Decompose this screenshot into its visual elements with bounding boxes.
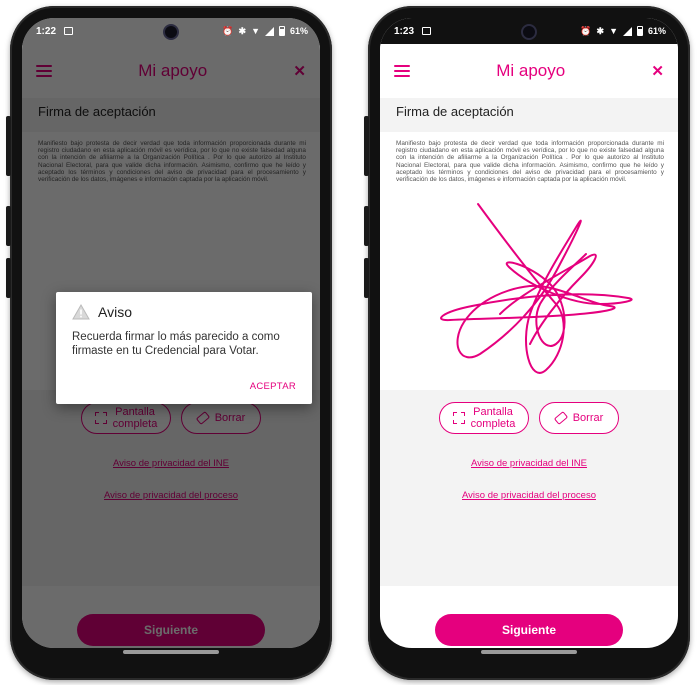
dialog-message: Recuerda firmar lo más parecido a como f… <box>72 331 280 357</box>
fullscreen-icon <box>452 412 465 424</box>
signature-stroke <box>440 203 633 374</box>
erase-label: Borrar <box>572 412 604 424</box>
bluetooth-icon: ✱ <box>238 25 247 36</box>
alarm-icon: ⏰ <box>580 25 592 36</box>
side-button <box>6 258 11 298</box>
side-button <box>364 116 369 176</box>
wifi-icon: ▼ <box>609 26 618 36</box>
warning-icon <box>72 304 90 320</box>
calendar-icon <box>422 27 432 35</box>
battery-icon <box>636 26 643 36</box>
battery-icon <box>278 26 285 36</box>
screenshot-stage: Mi apoyo ✕ Firma de aceptación Manifiest… <box>0 0 698 685</box>
accept-button[interactable]: ACEPTAR <box>250 381 296 392</box>
privacy-process-link[interactable]: Aviso de privacidad del proceso <box>380 490 678 501</box>
app-title: Mi apoyo <box>496 61 566 80</box>
fullscreen-label: Pantalla <box>473 406 513 418</box>
signature-pad[interactable] <box>380 194 678 390</box>
side-button <box>6 116 11 176</box>
terms-text: Manifiesto bajo protesta de decir verdad… <box>396 140 664 184</box>
signature-actions: Pantallacompleta Borrar Aviso de privaci… <box>380 390 678 646</box>
alarm-icon: ⏰ <box>222 25 234 36</box>
app-bar: Mi apoyo ✕ <box>380 44 678 98</box>
fullscreen-button[interactable]: Pantallacompleta <box>439 402 529 434</box>
signal-icon <box>264 26 274 36</box>
phone-right: 1:23 ⏰ ✱ ▼ 61% Mi apoyo ✕ Firma de acept <box>364 6 690 680</box>
battery-level: 61% <box>289 26 308 36</box>
home-indicator[interactable] <box>123 650 219 654</box>
dialog-title: Aviso <box>98 304 132 320</box>
front-camera <box>521 24 537 40</box>
section-title: Firma de aceptación <box>380 98 678 132</box>
close-icon[interactable]: ✕ <box>651 62 664 80</box>
phone-screen: Mi apoyo ✕ Firma de aceptación Manifiest… <box>22 18 320 648</box>
signal-icon <box>622 26 632 36</box>
eraser-icon <box>553 411 568 425</box>
hamburger-menu-icon[interactable] <box>394 65 410 77</box>
battery-level: 61% <box>647 26 666 36</box>
wifi-icon: ▼ <box>251 26 260 36</box>
nav-area <box>380 638 678 668</box>
fullscreen-label: completa <box>470 418 516 430</box>
calendar-icon <box>64 27 74 35</box>
privacy-ine-link[interactable]: Aviso de privacidad del INE <box>380 458 678 469</box>
status-time: 1:23 <box>394 25 415 37</box>
phone-screen: 1:23 ⏰ ✱ ▼ 61% Mi apoyo ✕ Firma de acept <box>380 18 678 648</box>
nav-area <box>22 638 320 668</box>
status-time: 1:22 <box>36 25 57 37</box>
home-indicator[interactable] <box>481 650 577 654</box>
side-button <box>364 206 369 246</box>
notice-dialog: Aviso Recuerda firmar lo más parecido a … <box>56 292 312 404</box>
erase-button[interactable]: Borrar <box>539 402 619 434</box>
phone-left: Mi apoyo ✕ Firma de aceptación Manifiest… <box>6 6 332 680</box>
front-camera <box>163 24 179 40</box>
side-button <box>6 206 11 246</box>
bluetooth-icon: ✱ <box>596 25 605 36</box>
side-button <box>364 258 369 298</box>
